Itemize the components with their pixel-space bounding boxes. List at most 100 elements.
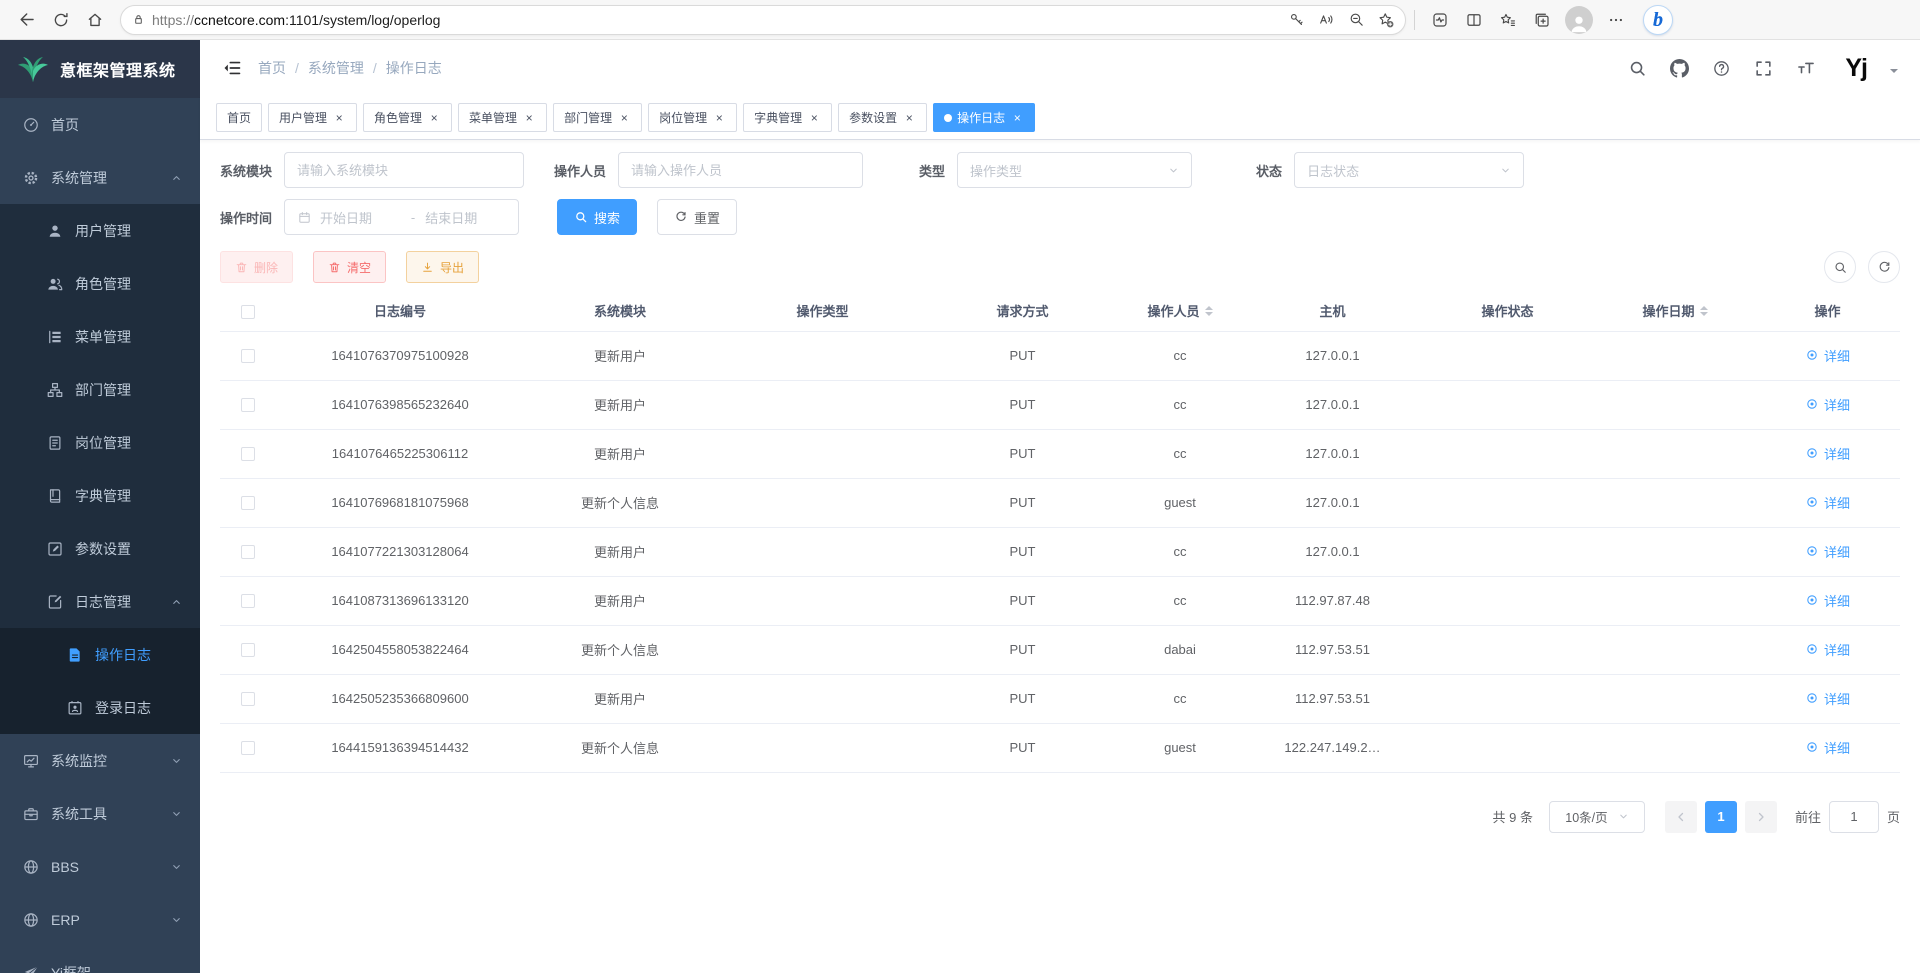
view-tab[interactable]: 岗位管理 (648, 103, 737, 132)
view-tab[interactable]: 字典管理 (743, 103, 832, 132)
font-size-icon[interactable] (1796, 58, 1816, 78)
add-favorite-icon[interactable] (1371, 6, 1401, 34)
detail-link[interactable]: 详细 (1805, 542, 1850, 561)
row-checkbox[interactable] (241, 349, 255, 363)
close-icon[interactable] (617, 111, 631, 125)
sidebar-item[interactable]: 操作日志 (0, 628, 200, 681)
detail-link[interactable]: 详细 (1805, 346, 1850, 365)
sidebar-item[interactable]: 登录日志 (0, 681, 200, 734)
breadcrumb-item[interactable]: 系统管理 (308, 58, 386, 78)
sidebar-item[interactable]: 参数设置 (0, 522, 200, 575)
row-checkbox[interactable] (241, 741, 255, 755)
export-button[interactable]: 导出 (406, 251, 479, 283)
operator-input[interactable] (631, 163, 850, 178)
view-tab[interactable]: 首页 (216, 103, 262, 132)
goto-page-input[interactable] (1829, 801, 1879, 833)
more-icon[interactable] (1599, 3, 1633, 37)
close-icon[interactable] (332, 111, 346, 125)
password-key-icon[interactable] (1281, 6, 1311, 34)
row-checkbox[interactable] (241, 643, 255, 657)
close-icon[interactable] (427, 111, 441, 125)
breadcrumb-item[interactable]: 首页 (258, 58, 308, 78)
refresh-table-icon[interactable] (1868, 251, 1900, 283)
row-checkbox[interactable] (241, 398, 255, 412)
sidebar-item[interactable]: 菜单管理 (0, 310, 200, 363)
date-range-picker[interactable]: 开始日期 - 结束日期 (284, 199, 519, 235)
detail-link[interactable]: 详细 (1805, 689, 1850, 708)
github-icon[interactable] (1670, 59, 1689, 78)
reset-button[interactable]: 重置 (657, 199, 737, 235)
collections-icon[interactable] (1525, 3, 1559, 37)
view-tab[interactable]: 用户管理 (268, 103, 357, 132)
favorites-icon[interactable] (1491, 3, 1525, 37)
page-number-1[interactable]: 1 (1705, 801, 1737, 833)
breadcrumb-item[interactable]: 操作日志 (386, 58, 442, 78)
search-button[interactable]: 搜索 (557, 199, 637, 235)
close-icon[interactable] (902, 111, 916, 125)
row-checkbox[interactable] (241, 496, 255, 510)
sort-icon[interactable] (1700, 302, 1708, 320)
read-aloud-icon[interactable] (1311, 6, 1341, 34)
sidebar-fold-icon[interactable] (222, 58, 242, 78)
refresh-icon[interactable] (44, 3, 78, 37)
search-icon[interactable] (1628, 59, 1647, 78)
sidebar-item[interactable]: 系统监控 (0, 734, 200, 787)
detail-link[interactable]: 详细 (1805, 493, 1850, 512)
view-tab[interactable]: 操作日志 (933, 103, 1035, 132)
close-icon[interactable] (807, 111, 821, 125)
next-page-button[interactable] (1745, 801, 1777, 833)
home-icon[interactable] (78, 3, 112, 37)
profile-avatar[interactable] (1565, 6, 1593, 34)
address-bar[interactable]: https://ccnetcore.com:1101/system/log/op… (120, 5, 1406, 35)
detail-link[interactable]: 详细 (1805, 738, 1850, 757)
zoom-out-icon[interactable] (1341, 6, 1371, 34)
sidebar-item[interactable]: 用户管理 (0, 204, 200, 257)
browser-essentials-icon[interactable] (1423, 3, 1457, 37)
sidebar-item[interactable]: 岗位管理 (0, 416, 200, 469)
help-icon[interactable] (1712, 59, 1731, 78)
module-input[interactable] (297, 163, 511, 178)
select-all-checkbox[interactable] (241, 305, 255, 319)
detail-link[interactable]: 详细 (1805, 395, 1850, 414)
user-logo-avatar[interactable]: Yj (1845, 54, 1867, 83)
sort-icon[interactable] (1205, 302, 1213, 320)
sidebar-item[interactable]: BBS (0, 840, 200, 893)
view-tab[interactable]: 部门管理 (553, 103, 642, 132)
sidebar-item[interactable]: 角色管理 (0, 257, 200, 310)
copilot-bing-icon[interactable] (1643, 5, 1673, 35)
show-search-icon[interactable] (1824, 251, 1856, 283)
delete-button[interactable]: 删除 (220, 251, 293, 283)
sidebar-item[interactable]: 系统工具 (0, 787, 200, 840)
view-tab[interactable]: 菜单管理 (458, 103, 547, 132)
fullscreen-icon[interactable] (1754, 59, 1773, 78)
status-select[interactable]: 日志状态 (1294, 152, 1524, 188)
view-tab[interactable]: 角色管理 (363, 103, 452, 132)
row-checkbox[interactable] (241, 692, 255, 706)
sidebar-item[interactable]: ERP (0, 893, 200, 946)
sidebar-item[interactable]: 系统管理 (0, 151, 200, 204)
back-icon[interactable] (10, 3, 44, 37)
view-tab[interactable]: 参数设置 (838, 103, 927, 132)
close-icon[interactable] (1010, 111, 1024, 125)
split-screen-icon[interactable] (1457, 3, 1491, 37)
prev-page-button[interactable] (1665, 801, 1697, 833)
sidebar-item[interactable]: 首页 (0, 98, 200, 151)
row-checkbox[interactable] (241, 594, 255, 608)
page-size-select[interactable]: 10条/页 (1549, 801, 1645, 833)
close-icon[interactable] (712, 111, 726, 125)
row-checkbox[interactable] (241, 545, 255, 559)
sidebar-item[interactable]: 字典管理 (0, 469, 200, 522)
type-select[interactable]: 操作类型 (957, 152, 1192, 188)
close-icon[interactable] (522, 111, 536, 125)
breadcrumb: 首页系统管理操作日志 (258, 58, 442, 78)
detail-link[interactable]: 详细 (1805, 640, 1850, 659)
detail-link[interactable]: 详细 (1805, 591, 1850, 610)
row-checkbox[interactable] (241, 447, 255, 461)
clear-button[interactable]: 清空 (313, 251, 386, 283)
lock-icon[interactable] (131, 12, 146, 27)
detail-link[interactable]: 详细 (1805, 444, 1850, 463)
sidebar-item[interactable]: 日志管理 (0, 575, 200, 628)
sidebar-item[interactable]: 部门管理 (0, 363, 200, 416)
caret-down-icon[interactable] (1890, 69, 1898, 77)
sidebar-item[interactable]: Yi框架 (0, 946, 200, 973)
